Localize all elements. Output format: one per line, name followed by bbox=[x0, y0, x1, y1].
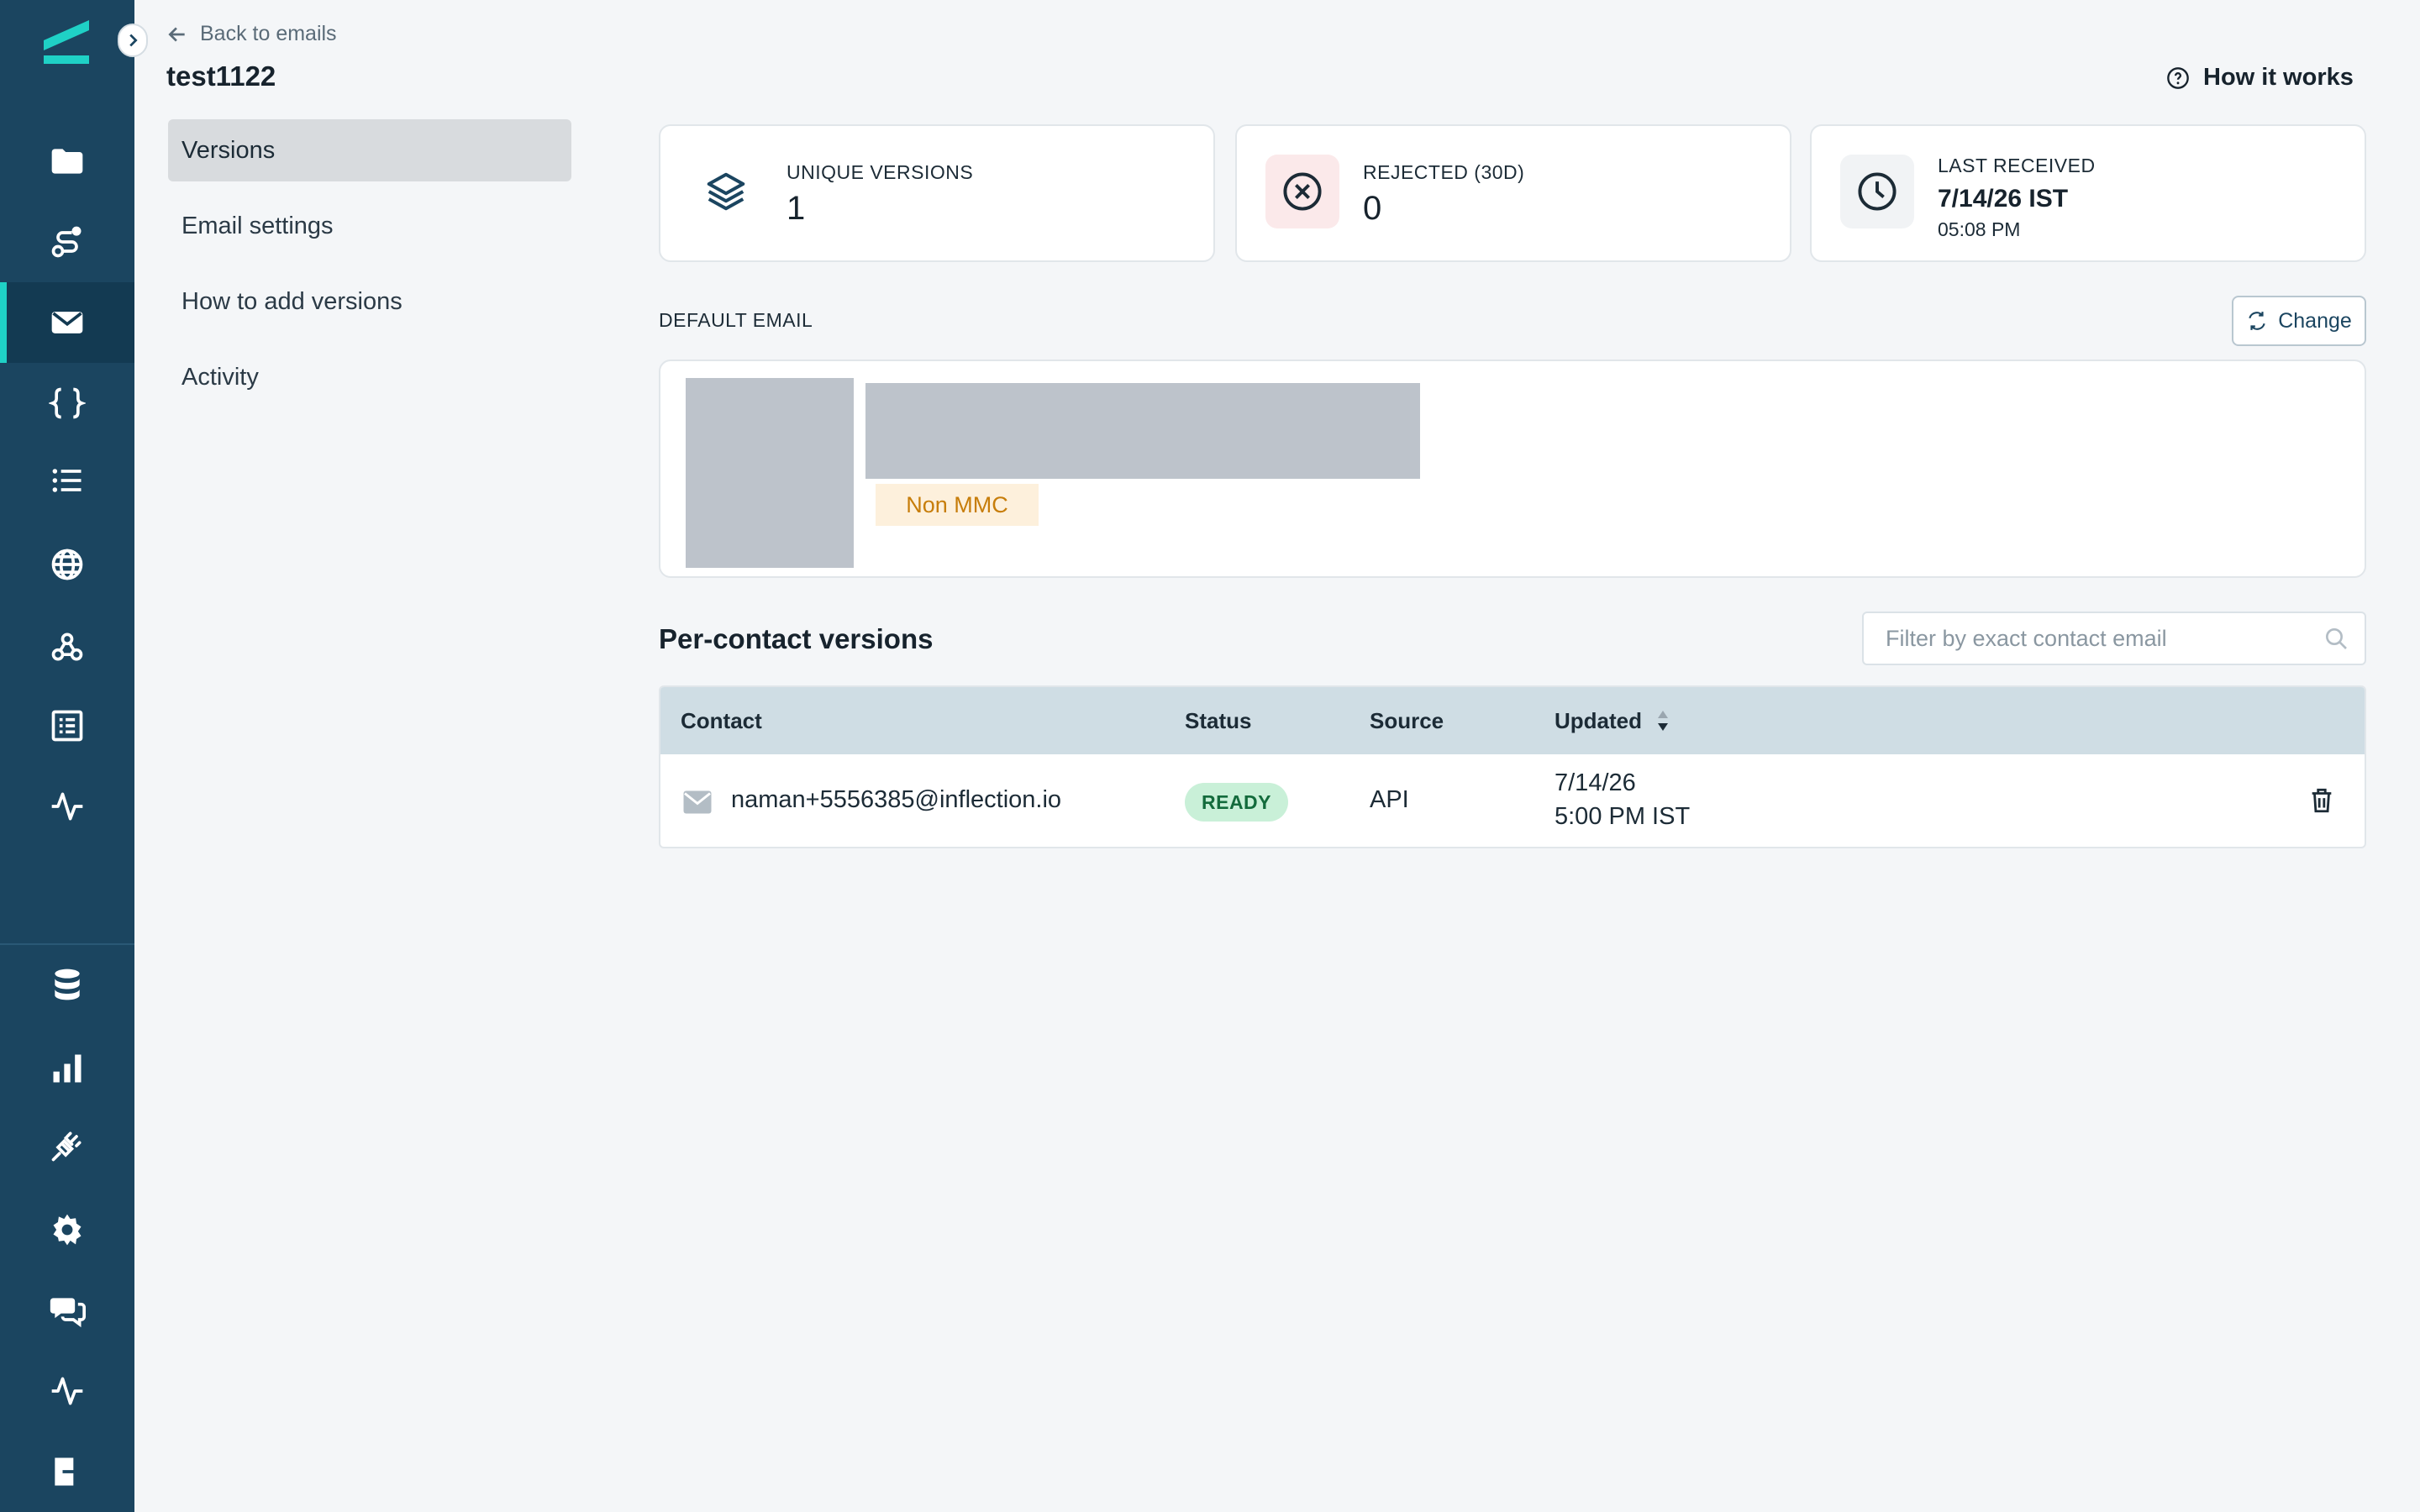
col-contact: Contact bbox=[681, 707, 762, 733]
subnav-versions[interactable]: Versions bbox=[168, 119, 571, 181]
stat-icon-wrap bbox=[689, 155, 763, 228]
search-icon bbox=[2326, 628, 2347, 649]
per-contact-table: Contact Status Source Updated naman+5556… bbox=[659, 685, 2366, 848]
stat-label: LAST RECEIVED bbox=[1938, 155, 2096, 176]
webhook-icon bbox=[51, 633, 83, 661]
how-it-works-link[interactable]: How it works bbox=[2166, 64, 2354, 92]
app-sidebar bbox=[0, 0, 134, 1512]
pulse-icon bbox=[51, 792, 83, 821]
database-icon bbox=[55, 969, 80, 1000]
default-email-preview[interactable]: Non MMC bbox=[659, 360, 2366, 578]
bar-chart-icon bbox=[53, 1054, 82, 1083]
route-icon bbox=[51, 226, 82, 258]
change-default-email-button[interactable]: Change bbox=[2232, 296, 2366, 346]
default-email-label: DEFAULT EMAIL bbox=[659, 309, 813, 331]
trash-icon[interactable] bbox=[2307, 786, 2336, 815]
rail-item-logout[interactable] bbox=[0, 1431, 134, 1512]
x-circle-icon bbox=[1283, 172, 1322, 211]
stat-date: 7/14/26 IST bbox=[1938, 185, 2069, 213]
rail-item-data[interactable] bbox=[0, 944, 134, 1025]
stat-card-last-received: LAST RECEIVED 7/14/26 IST 05:08 PM bbox=[1810, 124, 2366, 262]
back-link-label: Back to emails bbox=[200, 22, 337, 45]
chevron-right-icon bbox=[129, 34, 138, 47]
subnav-how-to-add-versions[interactable]: How to add versions bbox=[168, 270, 571, 333]
chat-icon bbox=[50, 1298, 86, 1328]
rail-item-status[interactable] bbox=[0, 1351, 134, 1431]
per-contact-title: Per-contact versions bbox=[659, 623, 934, 654]
col-updated-sort[interactable]: Updated bbox=[1555, 687, 1670, 754]
stat-card-unique-versions: UNIQUE VERSIONS 1 bbox=[659, 124, 1215, 262]
row-contact: naman+5556385@inflection.io bbox=[731, 786, 1062, 813]
status-badge: READY bbox=[1185, 783, 1289, 822]
email-subject-placeholder bbox=[865, 383, 1420, 479]
back-to-emails-link[interactable]: Back to emails bbox=[166, 22, 337, 46]
table-header: Contact Status Source Updated bbox=[660, 687, 2365, 754]
col-status: Status bbox=[1185, 707, 1252, 733]
subnav-label: Email settings bbox=[182, 212, 334, 239]
rail-item-webhooks[interactable] bbox=[0, 606, 134, 687]
row-source: API bbox=[1370, 786, 1409, 813]
arrow-left-icon bbox=[168, 26, 185, 42]
subnav-activity[interactable]: Activity bbox=[168, 346, 571, 408]
rail-item-code[interactable] bbox=[0, 363, 134, 444]
layers-icon bbox=[707, 172, 745, 211]
folder-icon bbox=[51, 149, 83, 174]
braces-icon bbox=[49, 387, 86, 419]
envelope-icon bbox=[683, 790, 712, 814]
email-thumbnail-placeholder bbox=[686, 378, 854, 568]
rail-item-journeys[interactable] bbox=[0, 202, 134, 282]
rail-item-folders[interactable] bbox=[0, 121, 134, 202]
rail-item-settings[interactable] bbox=[0, 1189, 134, 1270]
col-source: Source bbox=[1370, 707, 1444, 733]
subnav-label: How to add versions bbox=[182, 287, 402, 315]
pulse-icon bbox=[51, 1377, 83, 1405]
gear-icon bbox=[53, 1214, 82, 1246]
rail-item-emails[interactable] bbox=[0, 282, 134, 363]
swap-icon bbox=[2249, 312, 2265, 330]
sort-icon bbox=[1658, 711, 1668, 731]
stat-value: 1 bbox=[786, 190, 806, 227]
list-icon bbox=[52, 469, 82, 492]
brand-logo-icon[interactable] bbox=[37, 15, 96, 67]
logout-icon bbox=[55, 1457, 84, 1486]
rail-item-support[interactable] bbox=[0, 1270, 134, 1351]
subnav-label: Versions bbox=[182, 136, 276, 164]
subnav-email-settings[interactable]: Email settings bbox=[168, 195, 571, 257]
stat-time: 05:08 PM bbox=[1938, 218, 2021, 240]
email-tag: Non MMC bbox=[876, 484, 1039, 526]
contact-filter-input[interactable] bbox=[1862, 612, 2366, 665]
form-icon bbox=[51, 710, 83, 742]
envelope-icon bbox=[51, 312, 83, 333]
col-updated-label: Updated bbox=[1555, 707, 1642, 733]
help-circle-icon bbox=[2167, 66, 2189, 89]
rail-item-reports[interactable] bbox=[0, 1028, 134, 1109]
rail-item-forms[interactable] bbox=[0, 685, 134, 766]
change-button-label: Change bbox=[2278, 308, 2352, 333]
subnav-label: Activity bbox=[182, 363, 259, 391]
rail-item-integrations[interactable] bbox=[0, 1105, 134, 1186]
page-title: test1122 bbox=[166, 60, 276, 92]
globe-icon bbox=[51, 549, 83, 580]
stat-value: 0 bbox=[1363, 190, 1382, 227]
stat-icon-wrap bbox=[1265, 155, 1339, 228]
row-updated-time: 5:00 PM IST bbox=[1555, 803, 1691, 830]
rail-item-lists[interactable] bbox=[0, 440, 134, 521]
stat-card-rejected: REJECTED (30D) 0 bbox=[1235, 124, 1791, 262]
stat-label: UNIQUE VERSIONS bbox=[786, 161, 974, 183]
stat-icon-wrap bbox=[1840, 155, 1914, 228]
stat-label: REJECTED (30D) bbox=[1363, 161, 1525, 183]
clock-icon bbox=[1858, 172, 1897, 211]
plug-icon bbox=[51, 1131, 82, 1162]
how-it-works-label: How it works bbox=[2203, 64, 2354, 91]
sidebar-expand-toggle[interactable] bbox=[118, 24, 148, 57]
rail-item-web[interactable] bbox=[0, 524, 134, 605]
rail-item-activity[interactable] bbox=[0, 766, 134, 847]
row-updated-date: 7/14/26 bbox=[1555, 769, 1636, 796]
